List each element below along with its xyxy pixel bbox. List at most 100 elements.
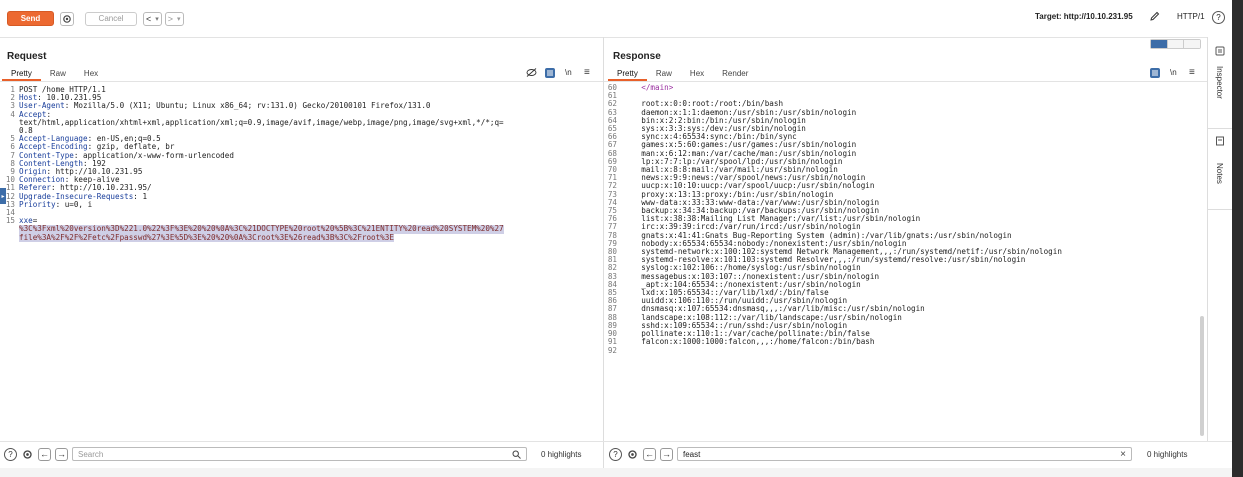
gear-icon [628, 449, 637, 459]
xxe-payload-text: file%3A%2F%2F%2Fetc%2Fpasswd%27%3E%5D%3E… [19, 232, 394, 242]
eye-slash-icon [526, 68, 537, 77]
response-line: 91 falcon:x:1000:1000:falcon,,,:/home/fa… [606, 338, 1198, 346]
header-value: : 1 [133, 191, 148, 201]
list-icon [547, 70, 553, 76]
newline-toggle[interactable]: \n [565, 68, 572, 77]
back-dropdown-icon[interactable]: ▾ [153, 15, 161, 23]
inspector-sidebar: Inspector Notes [1207, 37, 1233, 441]
line-gutter [4, 234, 19, 242]
tab-response-raw[interactable]: Raw [647, 68, 681, 81]
request-line: text/html,application/xhtml+xml,applicat… [4, 117, 598, 127]
tab-request-hex[interactable]: Hex [75, 68, 107, 81]
gear-icon [23, 449, 32, 459]
request-body-line: file%3A%2F%2F%2Fetc%2Fpasswd%27%3E%5D%3E… [4, 232, 598, 242]
send-button[interactable]: Send [7, 11, 54, 26]
request-line: 3 User-Agent: Mozilla/5.0 (X11; Ubuntu; L… [4, 102, 598, 110]
settings-gear-button[interactable] [60, 11, 74, 26]
tab-response-render[interactable]: Render [713, 68, 757, 81]
bottom-status-strip [0, 468, 1232, 477]
line-number: 92 [607, 345, 617, 355]
search-icon [512, 450, 521, 459]
response-next-match-button[interactable]: → [660, 447, 673, 461]
line-number [4, 119, 15, 127]
gear-icon [63, 14, 71, 23]
panel-splitter[interactable] [603, 37, 604, 468]
request-title: Request [7, 51, 47, 62]
side-by-side-layout-icon[interactable] [1151, 40, 1167, 48]
request-menu-icon[interactable]: ≡ [584, 67, 590, 78]
response-search-input[interactable]: feast [683, 450, 700, 459]
request-search-input[interactable]: Search [78, 450, 103, 459]
response-highlights-count: 0 highlights [1147, 449, 1188, 459]
request-prev-match-button[interactable]: ← [38, 447, 51, 461]
inspector-icon [1215, 46, 1225, 58]
passwd-entry: falcon:x:1000:1000:falcon,,,:/home/falco… [623, 337, 875, 347]
toolbar-divider [0, 37, 1232, 38]
clear-search-icon[interactable]: × [1120, 449, 1126, 460]
html-tag: </main> [623, 84, 674, 92]
header-value: text/html,application/xhtml+xml,applicat… [19, 117, 504, 127]
line-number: 15 [5, 216, 15, 226]
back-nav-group[interactable]: < ▾ [143, 11, 162, 26]
header-value: : Mozilla/5.0 (X11; Ubuntu; Linux x86_64… [64, 101, 431, 111]
request-line: 12 Upgrade-Insecure-Requests: 1 [4, 191, 598, 201]
response-title: Response [613, 51, 661, 62]
line-gutter [4, 225, 19, 233]
response-newline-toggle[interactable]: \n [1170, 68, 1177, 77]
forward-arrow-icon[interactable]: > [166, 14, 175, 24]
pencil-icon [1150, 11, 1160, 21]
line-number: 4 [10, 109, 15, 119]
response-tab-divider [604, 81, 1207, 82]
notes-tab[interactable]: Notes [1215, 163, 1224, 184]
cancel-button[interactable]: Cancel [85, 11, 137, 26]
request-tab-divider [0, 81, 603, 82]
response-line: 92 [606, 345, 1198, 355]
response-footer: ? ← → feast × 0 highlights [609, 441, 1205, 467]
layout-toggle-group [1150, 39, 1201, 49]
http-version-label[interactable]: HTTP/1 [1177, 12, 1205, 21]
tab-response-hex[interactable]: Hex [681, 68, 713, 81]
request-highlights-count: 0 highlights [541, 449, 582, 459]
response-help-icon[interactable]: ? [609, 447, 622, 461]
forward-dropdown-icon[interactable]: ▾ [175, 15, 183, 23]
response-line: 60 </main> [606, 84, 1198, 92]
burp-repeater-window: Send Cancel < ▾ > ▾ Target: http://10.10… [0, 0, 1243, 477]
inspector-tab[interactable]: Inspector [1215, 66, 1224, 99]
tab-response-pretty[interactable]: Pretty [608, 68, 647, 81]
tabs-layout-icon[interactable] [1183, 40, 1201, 48]
edit-target-button[interactable] [1149, 11, 1160, 24]
response-editor[interactable]: 60 </main> 61 62 root:x:0:0:root:/root:/bi… [606, 84, 1198, 438]
request-footer: ? ← → Search 0 highlights [4, 441, 600, 467]
top-bottom-layout-icon[interactable] [1166, 40, 1184, 48]
hide-nonprintable-button[interactable] [526, 68, 537, 79]
tab-request-pretty[interactable]: Pretty [2, 68, 41, 81]
sidebar-divider-2 [1208, 209, 1233, 210]
back-arrow-icon[interactable]: < [144, 14, 153, 24]
request-help-icon[interactable]: ? [4, 447, 17, 461]
request-line: 13 Priority: u=0, i [4, 199, 598, 209]
request-search-settings-button[interactable] [21, 447, 34, 461]
tab-request-raw[interactable]: Raw [41, 68, 75, 81]
target-label: Target: http://10.10.231.95 [1035, 12, 1133, 21]
response-tabs: Pretty Raw Hex Render [608, 68, 757, 81]
request-line: 14 [4, 208, 598, 217]
request-next-match-button[interactable]: → [55, 447, 68, 461]
pretty-print-toggle[interactable] [545, 68, 555, 78]
response-pretty-print-toggle[interactable] [1150, 68, 1160, 78]
window-edge [1232, 0, 1243, 477]
request-search-field[interactable]: Search [72, 447, 527, 461]
response-search-settings-button[interactable] [626, 447, 639, 461]
forward-nav-group[interactable]: > ▾ [164, 11, 184, 26]
header-value: : u=0, i [55, 199, 93, 209]
request-tabs: Pretty Raw Hex [2, 68, 107, 81]
notes-icon [1215, 136, 1225, 148]
sidebar-divider [1208, 128, 1233, 129]
help-icon[interactable]: ? [1212, 11, 1225, 24]
response-menu-icon[interactable]: ≡ [1189, 67, 1195, 78]
request-editor[interactable]: 1 POST /home HTTP/1.1 2 Host: 10.10.231.95 3… [4, 86, 598, 438]
list-icon [1152, 70, 1158, 76]
header-name: Priority [19, 199, 56, 209]
response-scrollbar[interactable] [1200, 316, 1204, 436]
response-prev-match-button[interactable]: ← [643, 447, 656, 461]
response-search-field[interactable]: feast × [677, 447, 1132, 461]
